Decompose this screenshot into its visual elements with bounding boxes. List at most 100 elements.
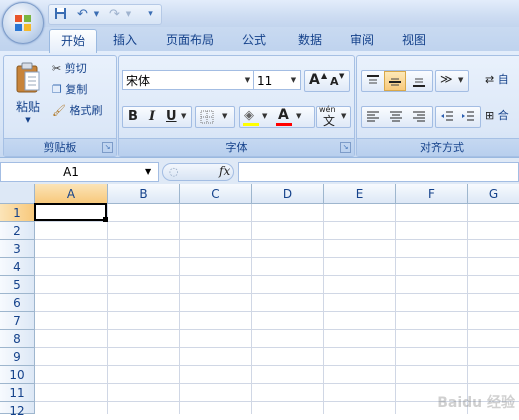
fill-color-dropdown-icon[interactable]: ▼: [262, 112, 267, 120]
borders-button[interactable]: ▼: [195, 106, 235, 128]
wrap-text-button[interactable]: ⇄ 自: [485, 71, 519, 89]
row-header-4[interactable]: 4: [0, 258, 35, 276]
align-right-icon[interactable]: [412, 110, 426, 124]
select-all-corner[interactable]: [0, 184, 35, 204]
tab-data[interactable]: 数据: [288, 29, 332, 51]
fill-color-bucket-icon[interactable]: ◈: [244, 108, 254, 123]
clipboard-group-label: 剪贴板: [4, 138, 116, 156]
copy-button[interactable]: ❐ 复制: [52, 81, 114, 99]
font-launcher-icon[interactable]: ↘: [340, 142, 351, 153]
save-icon[interactable]: [53, 7, 68, 22]
redo-dropdown-icon[interactable]: ▼: [121, 7, 136, 22]
cut-button[interactable]: ✂ 剪切: [52, 60, 114, 78]
underline-button[interactable]: U: [166, 109, 177, 124]
align-bottom-icon[interactable]: [412, 74, 426, 88]
clipboard-group: 粘贴 ▼ ✂ 剪切 ❐ 复制 🖌 格式刷 剪贴板 ↘: [3, 55, 117, 157]
tab-insert[interactable]: 插入: [104, 29, 146, 51]
bold-italic-underline-group: B I U ▼: [122, 106, 192, 128]
tab-view[interactable]: 视图: [392, 29, 436, 51]
wrap-text-label: 自: [497, 73, 509, 86]
phonetic-button[interactable]: wén 文 ▼: [316, 105, 351, 128]
cut-label: 剪切: [64, 62, 87, 75]
insert-function-button[interactable]: fx: [219, 164, 230, 178]
borders-dropdown-icon[interactable]: ▼: [222, 112, 227, 120]
font-name-combo[interactable]: 宋体 ▼: [122, 70, 255, 90]
formula-input[interactable]: [238, 162, 519, 182]
column-header-c[interactable]: C: [180, 184, 252, 204]
copy-icon: ❐: [52, 83, 62, 96]
font-size-combo[interactable]: 11 ▼: [253, 70, 301, 90]
paste-label: 粘贴: [15, 100, 40, 114]
italic-button[interactable]: I: [149, 109, 155, 124]
tab-review[interactable]: 审阅: [340, 29, 384, 51]
customize-icon[interactable]: ▾: [143, 7, 158, 22]
column-header-e[interactable]: E: [324, 184, 396, 204]
align-center-icon[interactable]: [389, 110, 403, 124]
bold-button[interactable]: B: [128, 109, 138, 124]
decrease-indent-icon[interactable]: [440, 110, 454, 124]
grow-font-arrow-icon: ▲: [321, 71, 328, 80]
orientation-button[interactable]: ≫ ▼: [435, 70, 469, 92]
borders-icon: [200, 110, 214, 124]
merge-label: 合: [497, 109, 509, 122]
font-color-dropdown-icon[interactable]: ▼: [296, 112, 301, 120]
row-header-12[interactable]: 12: [0, 402, 35, 418]
format-painter-button[interactable]: 🖌 格式刷: [52, 102, 114, 120]
align-top-icon[interactable]: [366, 74, 380, 88]
row-header-1[interactable]: 1: [0, 204, 35, 222]
name-box-value: A1: [63, 165, 79, 179]
align-left-icon[interactable]: [366, 110, 380, 124]
grow-font-button[interactable]: A: [309, 72, 320, 88]
increase-indent-icon[interactable]: [461, 110, 475, 124]
active-cell-a1[interactable]: [34, 203, 107, 221]
column-header-f[interactable]: F: [396, 184, 468, 204]
phonetic-dropdown-icon[interactable]: ▼: [341, 112, 346, 120]
row-header-8[interactable]: 8: [0, 330, 35, 348]
watermark: Baidu 经验: [437, 395, 515, 411]
row-header-6[interactable]: 6: [0, 294, 35, 312]
font-color-button[interactable]: A: [278, 107, 289, 123]
column-header-d[interactable]: D: [252, 184, 324, 204]
undo-icon[interactable]: ↶: [75, 7, 90, 22]
brush-icon: 🖌: [52, 104, 66, 117]
name-box[interactable]: A1 ▼: [0, 162, 159, 182]
row-header-7[interactable]: 7: [0, 312, 35, 330]
row-header-2[interactable]: 2: [0, 222, 35, 240]
font-size-dropdown-icon[interactable]: ▼: [287, 71, 300, 89]
fill-color-swatch: [243, 123, 259, 126]
font-size-value: 11: [257, 74, 273, 88]
column-header-a[interactable]: A: [35, 184, 108, 204]
formula-resize-handle-icon[interactable]: ◌: [169, 165, 179, 178]
orientation-icon: ≫: [440, 72, 453, 86]
font-group: 宋体 ▼ 11 ▼ A ▲ A ▼ B I U ▼ ▼ ◈ ▼ A ▼ wén …: [118, 55, 355, 157]
shrink-font-arrow-icon: ▼: [339, 72, 345, 80]
align-middle-button[interactable]: [384, 71, 406, 91]
paste-button[interactable]: 粘贴 ▼: [10, 60, 46, 134]
row-header-5[interactable]: 5: [0, 276, 35, 294]
font-grow-shrink-group: A ▲ A ▼: [304, 70, 350, 92]
paste-icon: [16, 62, 40, 93]
column-header-g[interactable]: G: [468, 184, 519, 204]
undo-dropdown-icon[interactable]: ▼: [89, 7, 104, 22]
copy-label: 复制: [65, 83, 88, 96]
quick-access-toolbar: ↶ ▼ ↷ ▼ ▾: [48, 4, 162, 25]
row-header-11[interactable]: 11: [0, 384, 35, 402]
tab-page-layout[interactable]: 页面布局: [158, 29, 222, 51]
clipboard-launcher-icon[interactable]: ↘: [102, 142, 113, 153]
merge-center-button[interactable]: ⊞ 合: [485, 107, 519, 125]
orientation-dropdown-icon[interactable]: ▼: [458, 76, 463, 84]
office-button[interactable]: [2, 2, 44, 44]
row-header-3[interactable]: 3: [0, 240, 35, 258]
row-header-9[interactable]: 9: [0, 348, 35, 366]
row-header-10[interactable]: 10: [0, 366, 35, 384]
font-group-label: 字体: [119, 138, 354, 156]
shrink-font-button[interactable]: A: [330, 75, 339, 88]
name-box-dropdown-icon[interactable]: ▼: [145, 163, 151, 181]
redo-icon[interactable]: ↷: [107, 7, 122, 22]
paste-dropdown-icon: ▼: [25, 116, 31, 124]
column-header-b[interactable]: B: [108, 184, 180, 204]
tab-formulas[interactable]: 公式: [232, 29, 276, 51]
fill-handle[interactable]: [103, 217, 108, 222]
tab-home[interactable]: 开始: [49, 29, 97, 53]
underline-dropdown-icon[interactable]: ▼: [181, 112, 186, 120]
